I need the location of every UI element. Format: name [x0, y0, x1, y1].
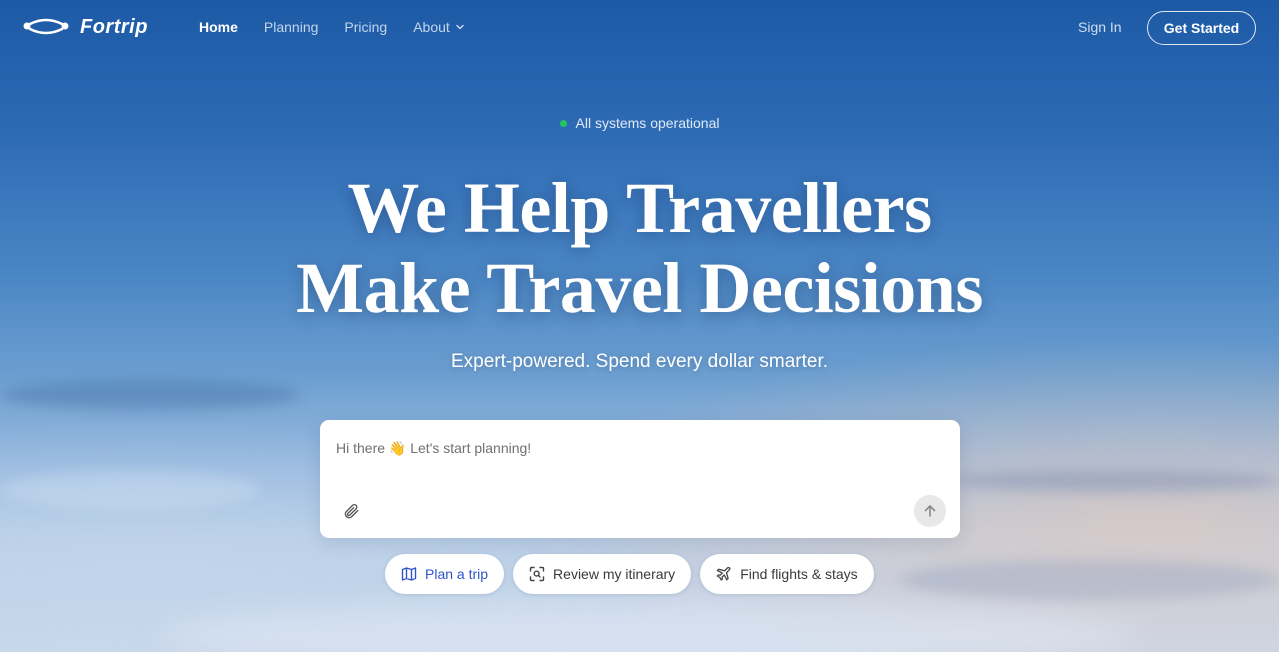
send-button[interactable]	[914, 495, 946, 527]
headline-line-1: We Help Travellers	[347, 168, 932, 248]
scan-icon	[529, 566, 545, 582]
nav-planning-label: Planning	[263, 19, 319, 35]
cloud-band	[0, 470, 260, 510]
logo-icon	[23, 18, 69, 34]
plane-icon	[716, 567, 731, 581]
nav-pricing[interactable]: Pricing	[344, 19, 387, 35]
chip-label: Review my itinerary	[553, 566, 676, 582]
cloud-band	[900, 560, 1279, 600]
nav-pricing-label: Pricing	[344, 19, 388, 35]
paperclip-icon[interactable]	[342, 502, 360, 520]
suggestion-chips: Plan a trip Review my itinerary Find fli…	[385, 554, 874, 594]
nav-planning[interactable]: Planning	[264, 19, 319, 35]
map-icon	[401, 567, 417, 581]
chevron-down-icon	[456, 24, 464, 30]
hero-subheadline: Expert-powered. Spend every dollar smart…	[450, 351, 828, 372]
nav-links: Home Planning Pricing About	[199, 19, 465, 35]
cloud-band	[0, 380, 300, 410]
logo-text: Fortrip	[80, 16, 148, 38]
status-dot-icon	[559, 119, 567, 127]
sign-in-link[interactable]: Sign In	[1078, 19, 1122, 35]
chip-label: Plan a trip	[425, 566, 489, 582]
chip-label: Find flights & stays	[740, 566, 858, 582]
logo[interactable]: Fortrip	[22, 16, 148, 39]
headline-line-2: Make Travel Decisions	[296, 248, 983, 328]
find-flights-chip[interactable]: Find flights & stays	[700, 554, 874, 594]
review-itinerary-chip[interactable]: Review my itinerary	[513, 554, 692, 594]
cloud-band	[950, 470, 1279, 492]
arrow-up-icon	[924, 505, 936, 517]
nav-home-label: Home	[199, 19, 238, 35]
chat-box	[320, 420, 960, 538]
get-started-button[interactable]: Get Started	[1147, 11, 1256, 45]
top-navigation: Fortrip Home Planning Pricing About Sign…	[0, 0, 1279, 56]
status-text: All systems operational	[575, 115, 720, 131]
nav-about-label: About	[413, 19, 450, 35]
plan-trip-chip[interactable]: Plan a trip	[385, 554, 505, 594]
nav-about[interactable]: About	[413, 19, 465, 35]
nav-home[interactable]: Home	[199, 19, 238, 35]
cloud-band	[160, 600, 1140, 652]
system-status: All systems operational	[0, 115, 1279, 131]
chat-input[interactable]	[336, 436, 936, 460]
hero-headline: We Help Travellers Make Travel Decisions	[0, 168, 1279, 328]
